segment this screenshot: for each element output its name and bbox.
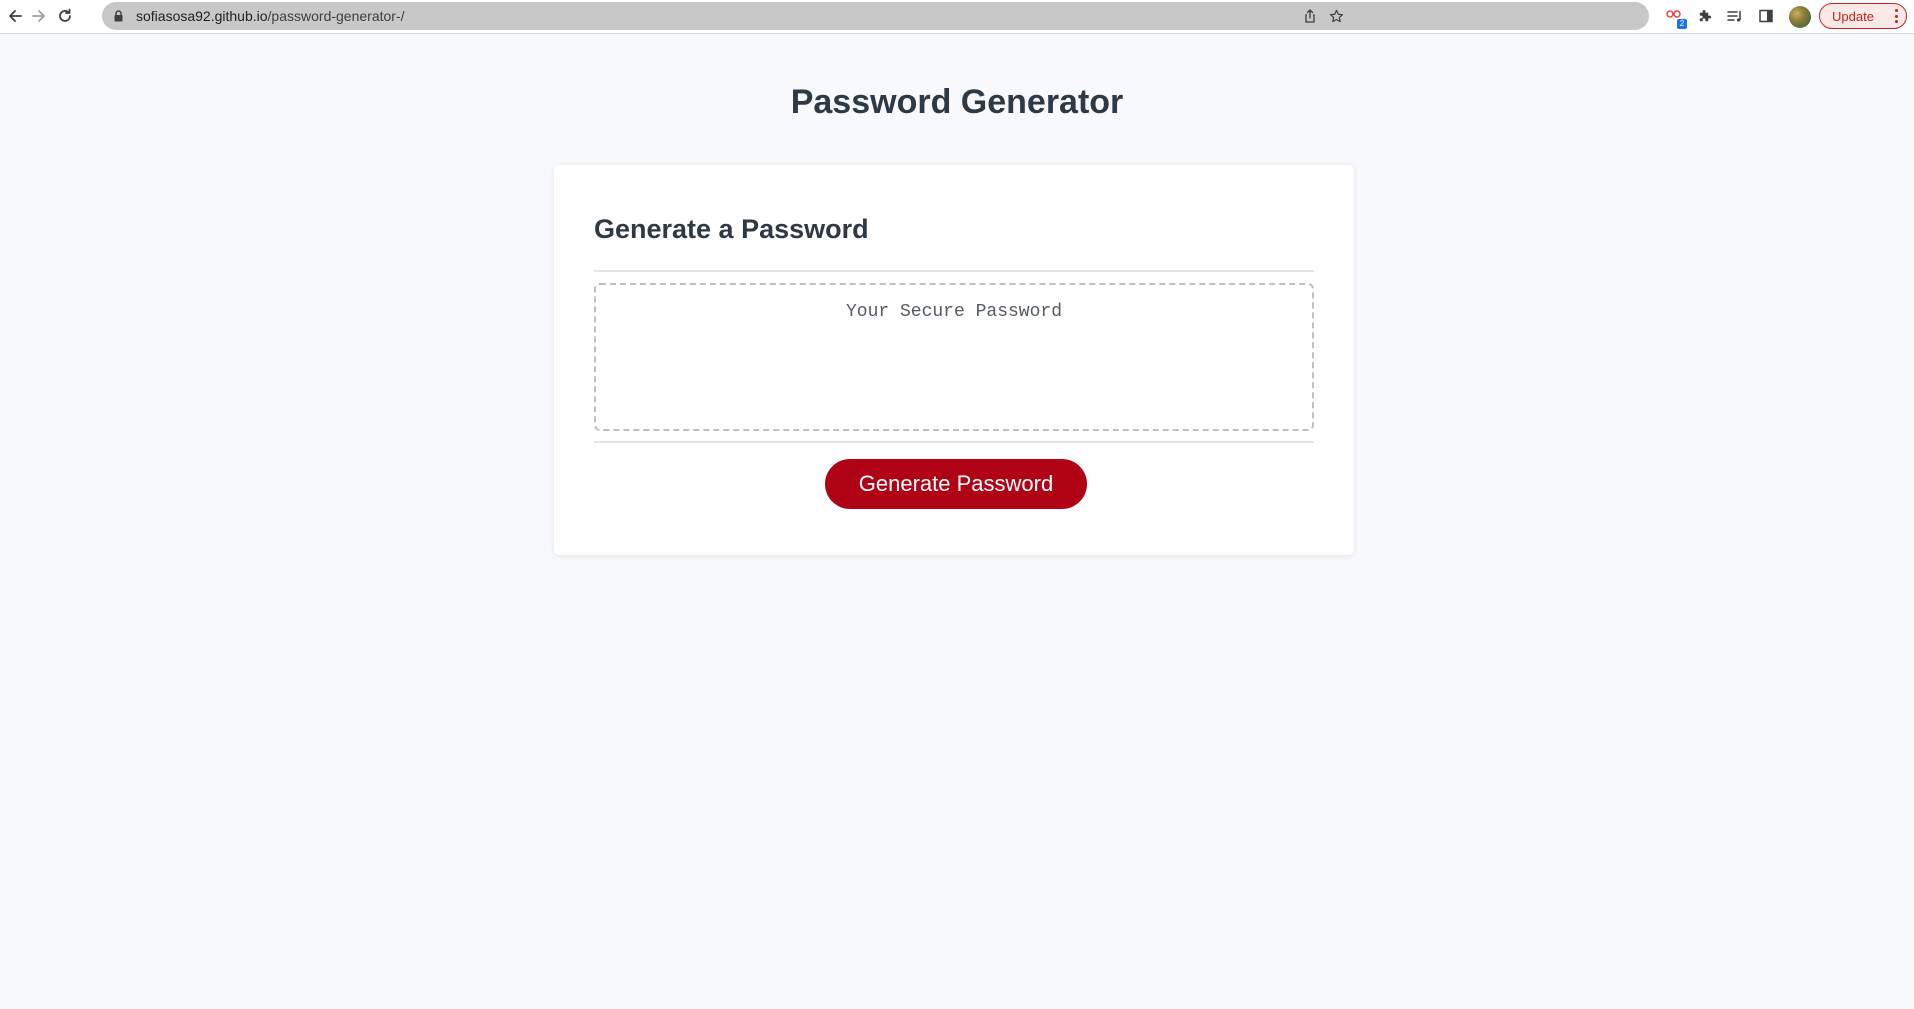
browser-toolbar: sofiasosa92.github.io/password-generator… — [0, 0, 1914, 34]
card-title: Generate a Password — [594, 214, 869, 244]
avatar[interactable] — [1789, 6, 1811, 28]
extension-badge: 2 — [1677, 19, 1687, 29]
reload-icon[interactable] — [54, 5, 76, 27]
share-icon[interactable] — [1301, 7, 1319, 25]
page-title: Password Generator — [790, 83, 1124, 121]
forward-arrow-icon[interactable] — [28, 5, 50, 27]
url-text[interactable]: sofiasosa92.github.io/password-generator… — [136, 8, 405, 24]
puzzle-icon[interactable] — [1694, 6, 1714, 26]
url-host: sofiasosa92.github.io — [136, 8, 268, 24]
reading-list-icon[interactable] — [1725, 6, 1745, 26]
extension-icon[interactable]: 2 — [1664, 6, 1687, 29]
lock-icon[interactable] — [114, 10, 123, 22]
password-card: Generate a Password Your Secure Password… — [554, 165, 1354, 555]
address-bar[interactable]: sofiasosa92.github.io/password-generator… — [102, 2, 1649, 30]
update-label: Update — [1832, 8, 1874, 24]
url-path: /password-generator-/ — [267, 8, 405, 24]
card-header-divider — [594, 270, 1314, 272]
card-footer-divider — [594, 441, 1314, 443]
back-arrow-icon[interactable] — [4, 5, 26, 27]
update-button[interactable]: Update — [1819, 3, 1907, 29]
star-icon[interactable] — [1327, 7, 1345, 25]
generate-password-button[interactable]: Generate Password — [825, 459, 1087, 509]
kebab-icon[interactable] — [1895, 9, 1898, 23]
password-output[interactable] — [594, 283, 1314, 431]
side-panel-icon[interactable] — [1756, 6, 1776, 26]
